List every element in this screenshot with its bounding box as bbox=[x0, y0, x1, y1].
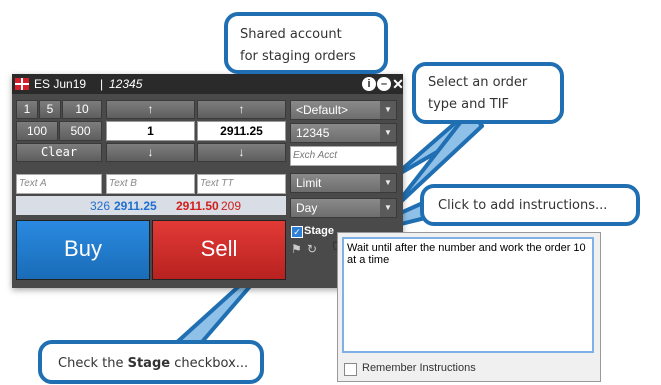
chevron-down-icon: ▼ bbox=[380, 101, 396, 119]
price-field[interactable]: 2911.25 bbox=[197, 121, 286, 141]
stage-callout-prefix: Check the bbox=[58, 356, 128, 371]
default-dropdown-value: <Default> bbox=[296, 103, 349, 117]
qty-up-button[interactable]: ↑ bbox=[106, 100, 195, 119]
instructions-callout: Click to add instructions... bbox=[420, 184, 640, 226]
sell-button[interactable]: Sell bbox=[152, 220, 286, 280]
qty-preset-100[interactable]: 100 bbox=[16, 121, 58, 141]
shared-account-callout: Shared account for staging orders bbox=[224, 12, 388, 74]
refresh-icon[interactable]: ↻ bbox=[307, 242, 317, 256]
stage-callout: Check the Stage checkbox... bbox=[38, 340, 264, 384]
ask-price: 2911.50 bbox=[176, 199, 219, 213]
stage-callout-bold: Stage bbox=[127, 356, 171, 371]
qty-preset-5[interactable]: 5 bbox=[39, 100, 61, 119]
chevron-down-icon: ▼ bbox=[380, 199, 396, 217]
qty-preset-1[interactable]: 1 bbox=[16, 100, 38, 119]
quantity-field[interactable]: 1 bbox=[106, 121, 195, 141]
ticket-title-bar: ES Jun19 | 12345 i – ✕ bbox=[12, 74, 405, 94]
tif-value: Day bbox=[296, 201, 318, 215]
stage-callout-suffix: checkbox... bbox=[170, 356, 249, 371]
order-type-line-2: type and TIF bbox=[428, 97, 510, 112]
price-down-button[interactable]: ↓ bbox=[197, 143, 286, 162]
market-price-bar: 326 2911.25 2911.50 209 bbox=[16, 196, 286, 215]
close-icon[interactable]: ✕ bbox=[391, 77, 405, 91]
order-type-callout: Select an order type and TIF bbox=[412, 62, 564, 124]
shared-account-line-1: Shared account bbox=[240, 27, 342, 42]
title-separator: | bbox=[100, 77, 104, 91]
bid-price: 2911.25 bbox=[114, 199, 157, 213]
text-b-field[interactable]: Text B bbox=[106, 174, 195, 194]
tif-dropdown[interactable]: Day ▼ bbox=[290, 198, 397, 218]
uk-flag-icon bbox=[15, 78, 29, 90]
ask-size: 209 bbox=[221, 199, 242, 213]
stage-checkbox[interactable]: ✓ bbox=[291, 226, 303, 238]
shared-account-line-2: for staging orders bbox=[240, 49, 356, 64]
default-dropdown[interactable]: <Default> ▼ bbox=[290, 100, 397, 120]
price-up-button[interactable]: ↑ bbox=[197, 100, 286, 119]
qty-preset-10[interactable]: 10 bbox=[62, 100, 102, 119]
chevron-down-icon: ▼ bbox=[380, 124, 396, 142]
account-dropdown-value: 12345 bbox=[296, 126, 330, 140]
remember-checkbox[interactable] bbox=[344, 363, 357, 376]
info-icon[interactable]: i bbox=[362, 77, 376, 91]
ticket-symbol: ES Jun19 bbox=[34, 77, 87, 91]
exch-acct-field[interactable]: Exch Acct bbox=[290, 146, 397, 166]
clear-button[interactable]: Clear bbox=[16, 143, 102, 162]
stage-label: Stage bbox=[304, 225, 334, 237]
instructions-textarea[interactable]: Wait until after the number and work the… bbox=[342, 237, 594, 353]
tag-icon[interactable]: ⚑ bbox=[291, 242, 302, 256]
minimize-icon[interactable]: – bbox=[377, 77, 391, 91]
order-type-line-1: Select an order bbox=[428, 75, 528, 90]
order-type-dropdown[interactable]: Limit ▼ bbox=[290, 173, 397, 193]
ticket-account: 12345 bbox=[109, 77, 143, 91]
text-tt-field[interactable]: Text TT bbox=[197, 174, 286, 194]
remember-label: Remember Instructions bbox=[362, 362, 476, 374]
chevron-down-icon: ▼ bbox=[380, 174, 396, 192]
bid-size: 326 bbox=[90, 199, 111, 213]
order-type-value: Limit bbox=[296, 176, 322, 190]
instructions-popup: Wait until after the number and work the… bbox=[337, 232, 601, 382]
qty-down-button[interactable]: ↓ bbox=[106, 143, 195, 162]
account-dropdown[interactable]: 12345 ▼ bbox=[290, 123, 397, 143]
buy-button[interactable]: Buy bbox=[16, 220, 150, 280]
text-a-field[interactable]: Text A bbox=[16, 174, 102, 194]
qty-preset-500[interactable]: 500 bbox=[59, 121, 102, 141]
